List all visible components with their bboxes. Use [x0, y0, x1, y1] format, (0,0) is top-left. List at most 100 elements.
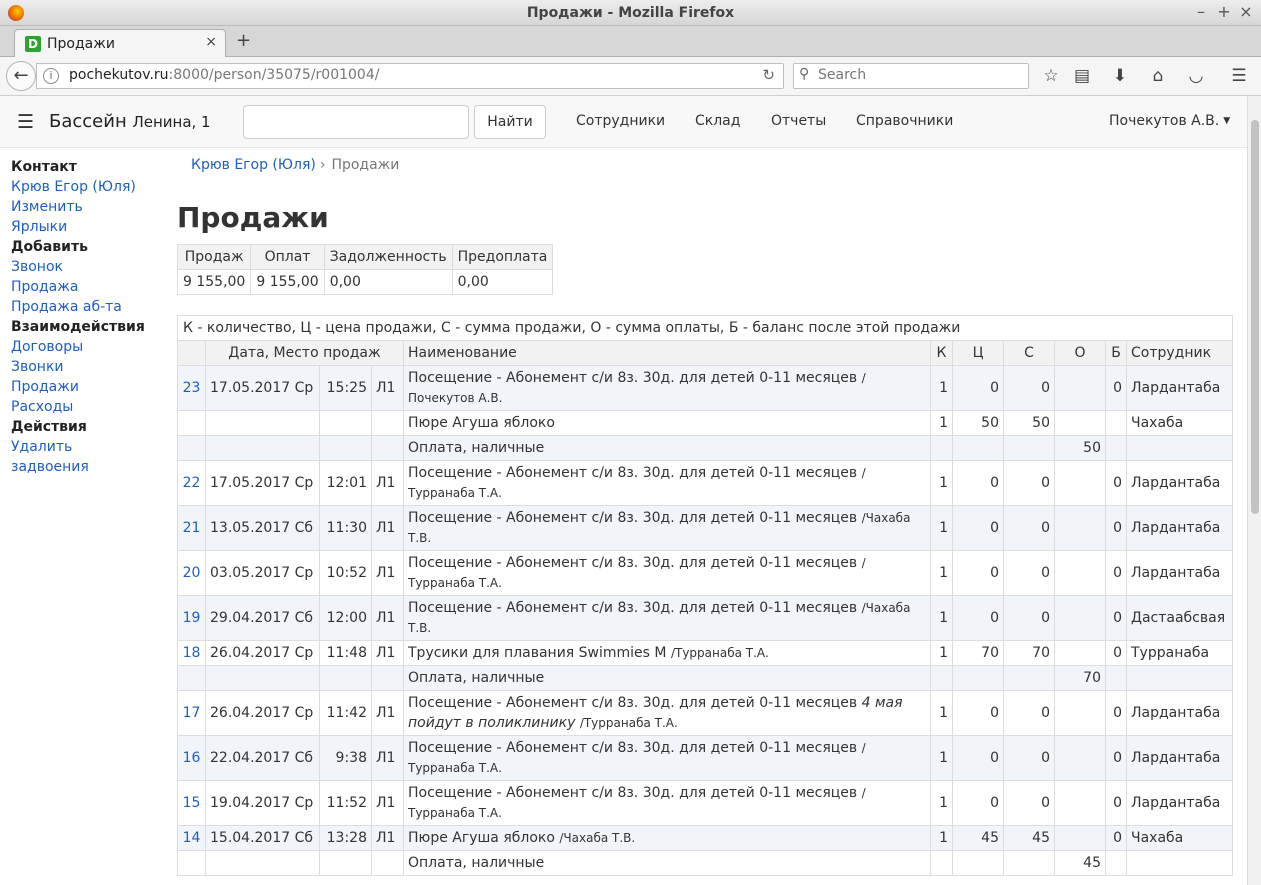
sidebar-link[interactable]: Договоры — [11, 337, 171, 357]
payment-name: Оплата, наличные — [403, 665, 931, 691]
close-window-icon[interactable]: × — [1236, 0, 1256, 26]
new-tab-icon[interactable]: + — [236, 30, 251, 51]
sale-number-link[interactable]: 21 — [177, 505, 206, 551]
summary-value: 0,00 — [323, 269, 453, 295]
sidebar-link[interactable]: Ярлыки — [11, 217, 171, 237]
price-cell — [952, 665, 1004, 691]
sale-number-link[interactable]: 15 — [177, 780, 206, 826]
bookmark-star-icon[interactable]: ☆ — [1040, 65, 1062, 87]
balance-cell — [1105, 435, 1127, 461]
reading-list-icon[interactable]: ▤ — [1071, 65, 1093, 87]
sale-name: Посещение - Абонемент с/и 8з. 30д. для д… — [403, 550, 931, 596]
brand[interactable]: Бассейн Ленина, 1 — [49, 111, 211, 132]
app-navbar: ☰ Бассейн Ленина, 1 Найти Сотрудники Скл… — [0, 96, 1247, 148]
sale-number-link[interactable]: 14 — [177, 825, 206, 851]
url-bar[interactable]: i pochekutov.ru:8000/person/35075/r00100… — [36, 63, 784, 89]
sale-number — [177, 435, 206, 461]
sale-time: 12:00 — [319, 595, 372, 641]
sale-row: 14 15.04.2017 Сб 13:28 Л1 Пюре Агуша яблоко … — [177, 825, 1234, 851]
sidebar-link[interactable]: задвоения — [11, 457, 171, 477]
sale-number-link[interactable]: 20 — [177, 550, 206, 596]
sidebar-link[interactable]: Продажа аб-та — [11, 297, 171, 317]
sidebar-link[interactable]: Крюв Егор (Юля) — [11, 177, 171, 197]
sidebar-link[interactable]: Расходы — [11, 397, 171, 417]
sale-date — [205, 850, 320, 876]
price-cell: 45 — [952, 825, 1004, 851]
sidebar-heading: Взаимодействия — [11, 319, 145, 335]
sale-number-link[interactable]: 18 — [177, 640, 206, 666]
col-header-date: Дата, Место продаж — [205, 340, 404, 366]
employee-cell: Дастаабсвая — [1125, 595, 1234, 641]
sale-date — [205, 665, 320, 691]
summary-header: Продаж — [176, 244, 252, 270]
sale-row: 19 29.04.2017 Сб 12:00 Л1 Посещение - Абонем… — [177, 595, 1234, 641]
sale-number-link[interactable]: 23 — [177, 365, 206, 411]
sale-time — [319, 665, 372, 691]
sales-table: К - количество, Ц - цена продажи, С - су… — [176, 315, 1234, 876]
col-header-o: О — [1054, 340, 1106, 366]
sidebar-link[interactable]: Удалить — [11, 437, 171, 457]
hamburger-menu-icon[interactable]: ☰ — [17, 113, 34, 132]
employee-cell: Лардантаба — [1125, 505, 1234, 551]
sale-row: 18 26.04.2017 Ср 11:48 Л1 Трусики для плаван… — [177, 640, 1234, 666]
reload-icon[interactable]: ↻ — [762, 66, 775, 84]
nav-directories[interactable]: Справочники — [856, 113, 953, 129]
menu-icon[interactable]: ☰ — [1228, 65, 1250, 87]
sidebar-heading: Действия — [11, 419, 87, 435]
sale-number-link[interactable]: 22 — [177, 460, 206, 506]
download-icon[interactable]: ⬇ — [1109, 65, 1131, 87]
page-title: Продажи — [177, 201, 329, 234]
summary-value: 9 155,00 — [176, 269, 252, 295]
sidebar-link[interactable]: Продажи — [11, 377, 171, 397]
sale-place — [371, 435, 404, 461]
pocket-icon[interactable]: ◡ — [1185, 65, 1207, 87]
nav-employees[interactable]: Сотрудники — [576, 113, 665, 129]
url-text[interactable]: pochekutov.ru:8000/person/35075/r001004/ — [69, 67, 379, 83]
sold-by: /Турранаба Т.А. — [579, 716, 678, 730]
sidebar-link[interactable]: Звонки — [11, 357, 171, 377]
balance-cell — [1105, 665, 1127, 691]
item-name: Посещение - Абонемент с/и 8з. 30д. для д… — [408, 465, 858, 481]
maximize-icon[interactable]: + — [1214, 0, 1234, 26]
sum-cell — [1003, 435, 1055, 461]
minimize-icon[interactable]: – — [1191, 0, 1211, 26]
item-name: Посещение - Абонемент с/и 8з. 30д. для д… — [408, 370, 858, 386]
sidebar-link[interactable]: Изменить — [11, 197, 171, 217]
sale-number-link[interactable]: 17 — [177, 690, 206, 736]
tab-close-icon[interactable]: × — [205, 34, 217, 50]
sidebar-heading: Контакт — [11, 159, 77, 175]
sidebar-link[interactable]: Продажа — [11, 277, 171, 297]
home-icon[interactable]: ⌂ — [1147, 65, 1169, 87]
sidebar-link[interactable]: Звонок — [11, 257, 171, 277]
price-cell — [952, 850, 1004, 876]
sale-time — [319, 435, 372, 461]
payment-name: Оплата, наличные — [403, 850, 931, 876]
user-menu[interactable]: Почекутов А.В. ▼ — [1109, 113, 1230, 129]
firefox-icon — [8, 5, 24, 21]
qty-cell — [930, 850, 953, 876]
search-bar[interactable]: ⚲ Search — [793, 63, 1029, 89]
back-arrow-icon[interactable]: ← — [6, 61, 36, 91]
payment-row: Оплата, наличные 45 — [177, 850, 1234, 876]
scrollbar[interactable] — [1247, 96, 1261, 885]
nav-reports[interactable]: Отчеты — [771, 113, 826, 129]
paid-cell — [1054, 410, 1106, 436]
scrollbar-thumb[interactable] — [1251, 120, 1259, 514]
breadcrumb-parent[interactable]: Крюв Егор (Юля) — [191, 157, 316, 173]
qty-cell: 1 — [930, 550, 953, 596]
sale-number-link[interactable]: 16 — [177, 735, 206, 781]
sale-row: 20 03.05.2017 Ср 10:52 Л1 Посещение - Абонем… — [177, 550, 1234, 596]
paid-cell — [1054, 640, 1106, 666]
info-icon[interactable]: i — [43, 68, 59, 84]
sum-cell: 0 — [1003, 690, 1055, 736]
nav-warehouse[interactable]: Склад — [695, 113, 740, 129]
sale-number-link[interactable]: 19 — [177, 595, 206, 641]
browser-tab[interactable]: D Продажи × — [14, 29, 226, 57]
favicon-icon: D — [25, 36, 41, 52]
paid-cell — [1054, 780, 1106, 826]
search-input[interactable] — [243, 105, 469, 139]
find-button[interactable]: Найти — [474, 105, 546, 139]
col-header-employee: Сотрудник — [1125, 340, 1234, 366]
employee-cell: Турранаба — [1125, 640, 1234, 666]
sale-date: 15.04.2017 Сб — [205, 825, 320, 851]
